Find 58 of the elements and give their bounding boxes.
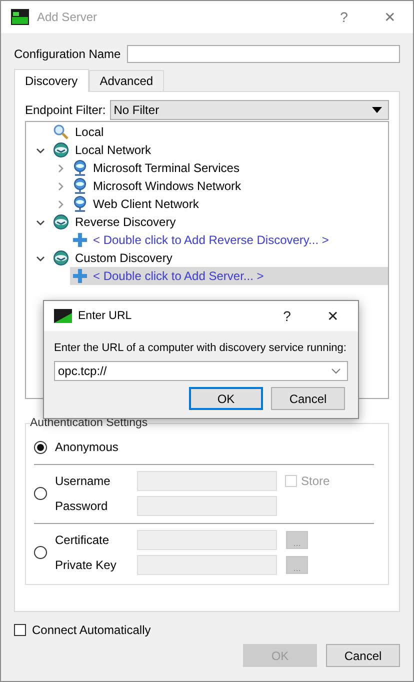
tree-item[interactable]: < Double click to Add Server... > [70,267,388,285]
tree-item[interactable]: Reverse Discovery [50,213,388,231]
dialog-button[interactable]: Cancel [271,387,345,410]
tree-item[interactable]: Microsoft Terminal Services [70,159,388,177]
tree-item[interactable]: Web Client Network [70,195,388,213]
dialog-title: Enter URL [78,310,133,322]
configuration-name-label: Configuration Name [14,47,121,61]
window-title: Add Server [37,10,98,24]
endpoint-filter-label: Endpoint Filter: [25,103,106,117]
dropdown-arrow-icon [372,107,382,113]
collapse-chevron-icon[interactable] [36,254,44,262]
dialog-button[interactable]: Cancel [326,644,400,667]
network-computer-icon [73,196,87,212]
radio-button[interactable] [34,487,47,500]
checkbox-label: Connect Automatically [32,623,151,637]
store-label: Store [301,474,330,488]
collapse-chevron-icon[interactable] [36,146,44,154]
magnifier-icon [53,124,69,140]
radio-button[interactable] [34,546,47,559]
help-button[interactable]: ? [321,9,367,25]
field-label: Password [55,499,109,513]
tree-item[interactable]: < Double click to Add Reverse Discovery... > [70,231,388,249]
network-computer-icon [73,160,87,176]
tree-item[interactable]: Microsoft Windows Network [70,177,388,195]
globe-icon [53,142,69,158]
store-checkbox[interactable] [285,475,297,487]
tab[interactable]: Discovery [14,69,89,92]
endpoint-filter-dropdown[interactable]: No Filter [110,100,389,120]
group-title: Authentication Settings [30,417,148,429]
field-label: Anonymous [55,440,120,454]
close-button[interactable]: ✕ [308,308,358,324]
plus-icon [73,269,87,283]
url-combo-field[interactable]: opc.tcp:// [54,361,348,381]
dropdown-chevron-icon[interactable] [331,368,341,374]
app-icon [54,309,72,323]
prompt-text: Enter the URL of a computer with discovery service running: [54,341,348,356]
connect-automatically-checkbox[interactable] [14,624,26,636]
expand-chevron-icon[interactable] [56,182,64,190]
network-computer-icon [73,178,87,194]
dialog-button[interactable]: OK [189,387,263,410]
tree-item[interactable]: Local Network [50,141,388,159]
tree-item[interactable]: Local [50,123,388,141]
expand-chevron-icon[interactable] [56,164,64,172]
expand-chevron-icon[interactable] [56,200,64,208]
help-button[interactable]: ? [272,308,302,324]
tree-item[interactable]: Custom Discovery [50,249,388,267]
close-button[interactable]: ✕ [367,9,413,25]
tab[interactable]: Advanced [88,70,164,91]
globe-icon [53,214,69,230]
radio-button[interactable] [34,440,47,454]
globe-icon [53,250,69,266]
field-label: Certificate [55,533,110,547]
field-label: Private Key [55,558,118,572]
field-label: Username [55,474,112,488]
plus-icon [73,233,87,247]
app-icon [11,9,29,25]
collapse-chevron-icon[interactable] [36,218,44,226]
configuration-name-field[interactable] [126,45,400,63]
